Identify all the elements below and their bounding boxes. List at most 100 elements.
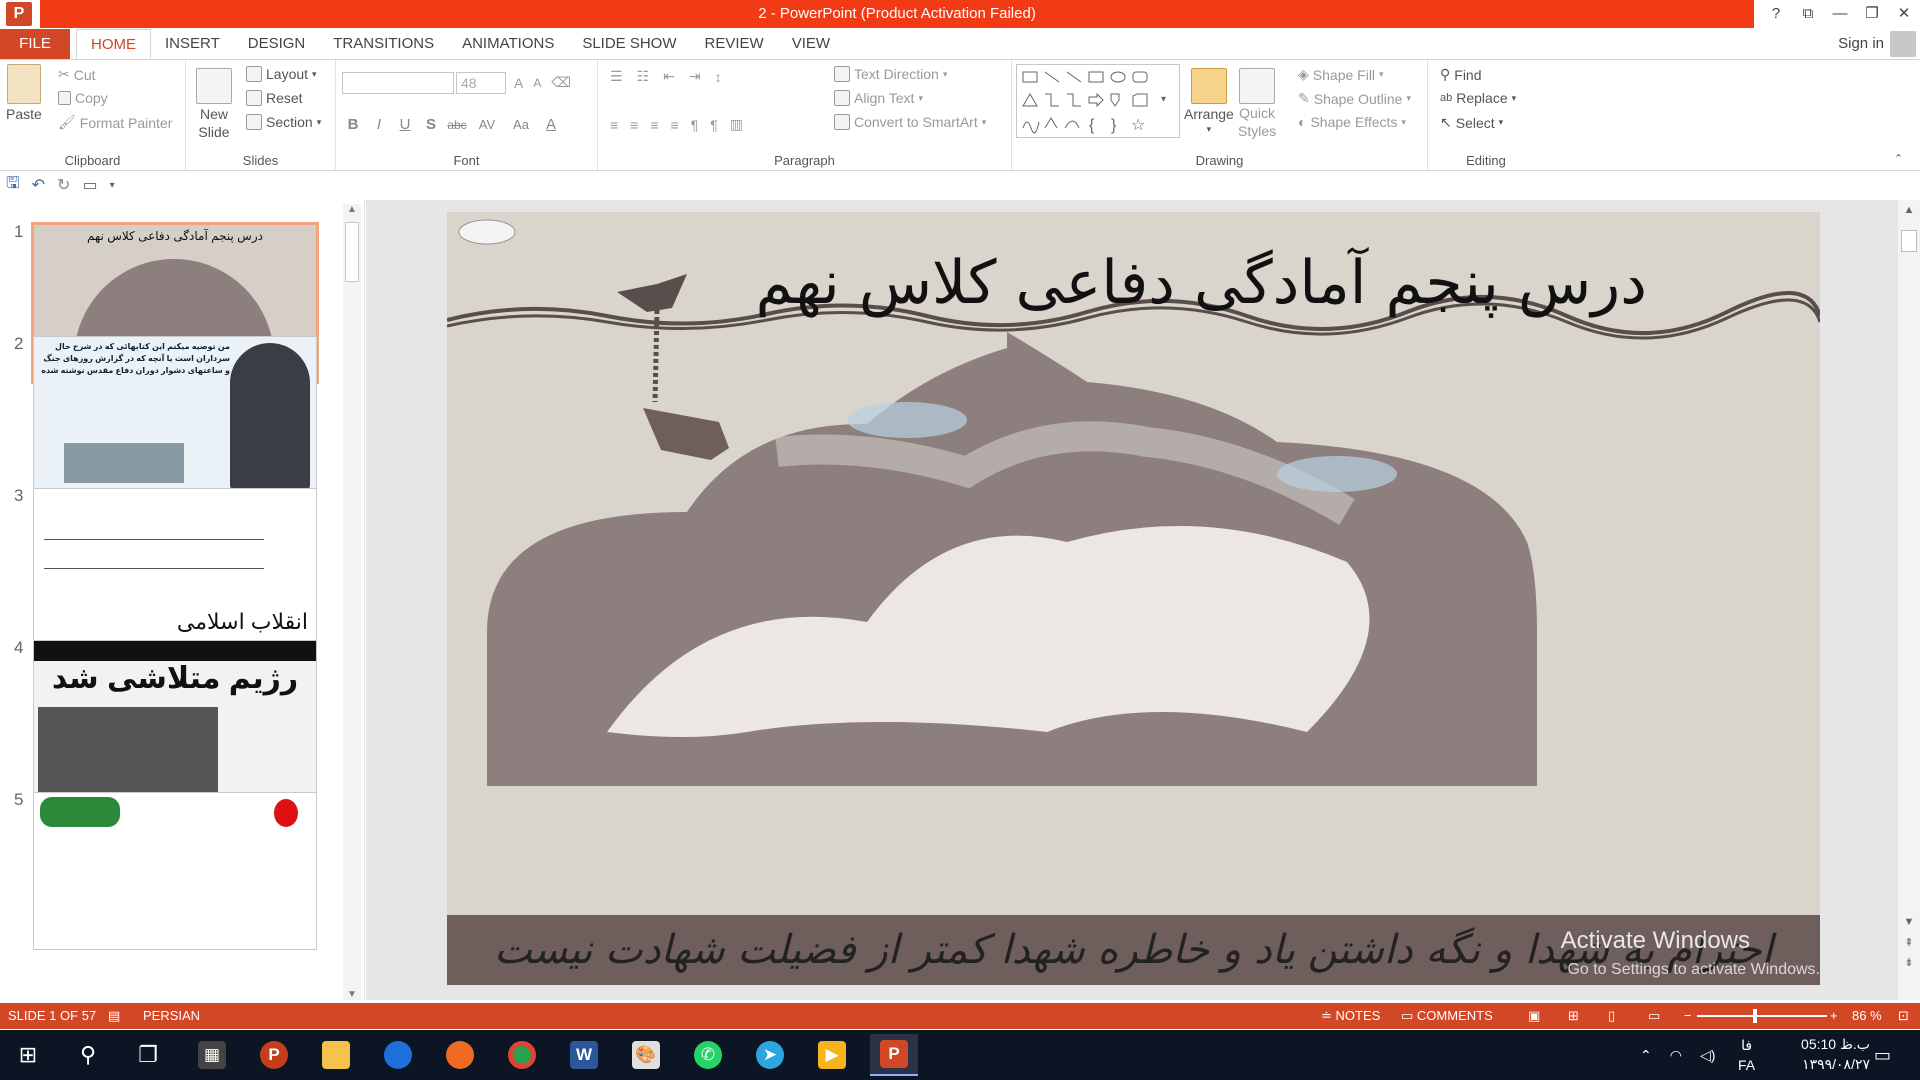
quick-styles-button[interactable]: Quick Styles (1238, 68, 1276, 140)
slideshow-view-icon[interactable]: ▭ (1648, 1003, 1660, 1029)
decrease-indent-icon[interactable]: ⇤ (663, 68, 675, 85)
tab-home[interactable]: HOME (76, 29, 151, 59)
align-left-icon[interactable]: ≡ (610, 117, 618, 133)
italic-button[interactable]: I (368, 116, 390, 133)
task-view-icon[interactable]: ❐ (124, 1034, 172, 1076)
powerpoint-app-icon[interactable]: P (6, 2, 32, 26)
volume-icon[interactable]: ◁) (1700, 1047, 1715, 1064)
character-spacing-button[interactable]: AV (472, 117, 502, 132)
text-direction-button[interactable]: Text Direction ▾ (834, 66, 947, 82)
tab-animations[interactable]: ANIMATIONS (448, 29, 568, 59)
tab-transitions[interactable]: TRANSITIONS (319, 29, 448, 59)
start-button[interactable]: ⊞ (4, 1034, 52, 1076)
wps-presentation-icon[interactable]: P (250, 1034, 298, 1076)
search-icon[interactable]: ⚲ (64, 1034, 112, 1076)
grow-font-button[interactable]: A (514, 75, 523, 91)
word-icon[interactable]: W (560, 1034, 608, 1076)
shape-fill-button[interactable]: ◈ Shape Fill ▾ (1298, 66, 1384, 83)
show-hidden-icons-icon[interactable]: ⌃ (1640, 1047, 1652, 1064)
increase-indent-icon[interactable]: ⇥ (689, 68, 701, 85)
notes-button[interactable]: ≐ NOTES (1321, 1003, 1380, 1029)
reset-button[interactable]: Reset (246, 90, 303, 106)
reading-view-icon[interactable]: ▯ (1608, 1003, 1615, 1029)
spelling-check-icon[interactable]: ▤ (108, 1003, 120, 1029)
paste-button[interactable]: Paste (6, 64, 42, 122)
notification-center-icon[interactable]: ▭ (1874, 1030, 1891, 1080)
language-status[interactable]: PERSIAN (143, 1003, 200, 1029)
zoom-in-icon[interactable]: + (1830, 1003, 1838, 1029)
strikethrough-button[interactable]: abc (446, 118, 468, 132)
thumbnail-scrollbar[interactable]: ▲ ▼ (343, 204, 361, 1000)
calculator-icon[interactable]: ▦ (188, 1034, 236, 1076)
browser-icon[interactable] (374, 1034, 422, 1076)
bullets-icon[interactable]: ☰ (610, 68, 623, 85)
slide-title[interactable]: درس پنجم آمادگی دفاعی کلاس نهم (647, 248, 1647, 318)
select-button[interactable]: ↖ Select ▾ (1440, 114, 1503, 131)
align-text-button[interactable]: Align Text ▾ (834, 90, 923, 106)
tab-review[interactable]: REVIEW (691, 29, 778, 59)
underline-button[interactable]: U (394, 116, 416, 133)
restore-button[interactable]: ❐ (1856, 0, 1888, 28)
scroll-down-icon[interactable]: ▼ (1900, 916, 1918, 928)
tab-slide-show[interactable]: SLIDE SHOW (568, 29, 690, 59)
next-slide-icon[interactable]: ⇟ (1900, 956, 1918, 969)
arrange-button[interactable]: Arrange ▾ (1184, 68, 1234, 135)
telegram-icon[interactable]: ➤ (746, 1034, 794, 1076)
shrink-font-button[interactable]: A (533, 76, 541, 90)
chrome-icon[interactable] (498, 1034, 546, 1076)
cut-button[interactable]: ✂ Cut (58, 66, 96, 83)
convert-to-smartart-button[interactable]: Convert to SmartArt ▾ (834, 114, 986, 130)
shapes-gallery[interactable]: { } ☆ ▾ (1016, 64, 1180, 138)
shape-outline-button[interactable]: ✎ Shape Outline ▾ (1298, 90, 1411, 107)
text-shadow-button[interactable]: S (420, 116, 442, 133)
line-spacing-icon[interactable]: ↕ (715, 69, 722, 85)
justify-icon[interactable]: ≡ (671, 117, 679, 133)
undo-icon[interactable]: ↶ (32, 175, 45, 195)
help-button[interactable]: ? (1760, 0, 1792, 28)
layout-button[interactable]: Layout ▾ (246, 66, 317, 82)
font-size-select[interactable]: 48 (456, 72, 506, 94)
tab-design[interactable]: DESIGN (234, 29, 320, 59)
section-button[interactable]: Section ▾ (246, 114, 321, 130)
firefox-icon[interactable] (436, 1034, 484, 1076)
start-slideshow-icon[interactable]: ▭ (82, 175, 97, 195)
whatsapp-icon[interactable]: ✆ (684, 1034, 732, 1076)
collapse-ribbon-icon[interactable]: ⌃ (1894, 152, 1903, 165)
ribbon-display-options-button[interactable]: ⧉ (1792, 0, 1824, 28)
media-player-icon[interactable]: ▶ (808, 1034, 856, 1076)
zoom-slider-knob[interactable] (1753, 1009, 1757, 1023)
ltr-icon[interactable]: ¶ (691, 117, 699, 133)
powerpoint-taskbar-icon[interactable]: P (870, 1034, 918, 1076)
previous-slide-icon[interactable]: ⇞ (1900, 936, 1918, 949)
copy-button[interactable]: Copy (58, 90, 108, 106)
redo-icon[interactable]: ↻ (57, 175, 70, 195)
zoom-level[interactable]: 86 % (1852, 1003, 1882, 1029)
clear-formatting-icon[interactable]: ⌫ (551, 74, 571, 91)
replace-button[interactable]: ab Replace ▾ (1440, 90, 1516, 106)
normal-view-icon[interactable]: ▣ (1528, 1003, 1540, 1029)
find-button[interactable]: ⚲ Find (1440, 66, 1482, 83)
file-explorer-icon[interactable] (312, 1034, 360, 1076)
font-color-button[interactable]: A (540, 116, 562, 133)
current-slide[interactable]: درس پنجم آمادگی دفاعی کلاس نهم احترام به… (447, 212, 1820, 985)
tab-file[interactable]: FILE (0, 29, 70, 59)
slide-scrollbar[interactable]: ▲ ▼ ⇞ ⇟ (1898, 200, 1920, 1000)
scroll-up-icon[interactable]: ▲ (343, 204, 361, 215)
new-slide-button[interactable]: New Slide (196, 68, 232, 140)
fit-to-window-icon[interactable]: ⊡ (1898, 1003, 1909, 1029)
change-case-button[interactable]: Aa (506, 117, 536, 132)
scroll-down-icon[interactable]: ▼ (343, 989, 361, 1000)
align-center-icon[interactable]: ≡ (630, 117, 638, 133)
shape-effects-button[interactable]: ◐ Shape Effects ▾ (1298, 114, 1406, 130)
minimize-button[interactable]: — (1824, 0, 1856, 28)
slide-sorter-icon[interactable]: ⊞ (1568, 1003, 1579, 1029)
align-right-icon[interactable]: ≡ (650, 117, 658, 133)
scrollbar-thumb[interactable] (345, 222, 359, 282)
taskbar-clock[interactable]: 05:10 ب.ظ ۱۳۹۹/۰۸/۲۷ (1750, 1034, 1870, 1074)
numbering-icon[interactable]: ☷ (637, 68, 650, 85)
font-name-select[interactable] (342, 72, 454, 94)
comments-button[interactable]: ▭ COMMENTS (1401, 1003, 1493, 1029)
format-painter-button[interactable]: 🖌 Format Painter (58, 114, 172, 131)
bold-button[interactable]: B (342, 116, 364, 133)
tab-view[interactable]: VIEW (778, 29, 844, 59)
